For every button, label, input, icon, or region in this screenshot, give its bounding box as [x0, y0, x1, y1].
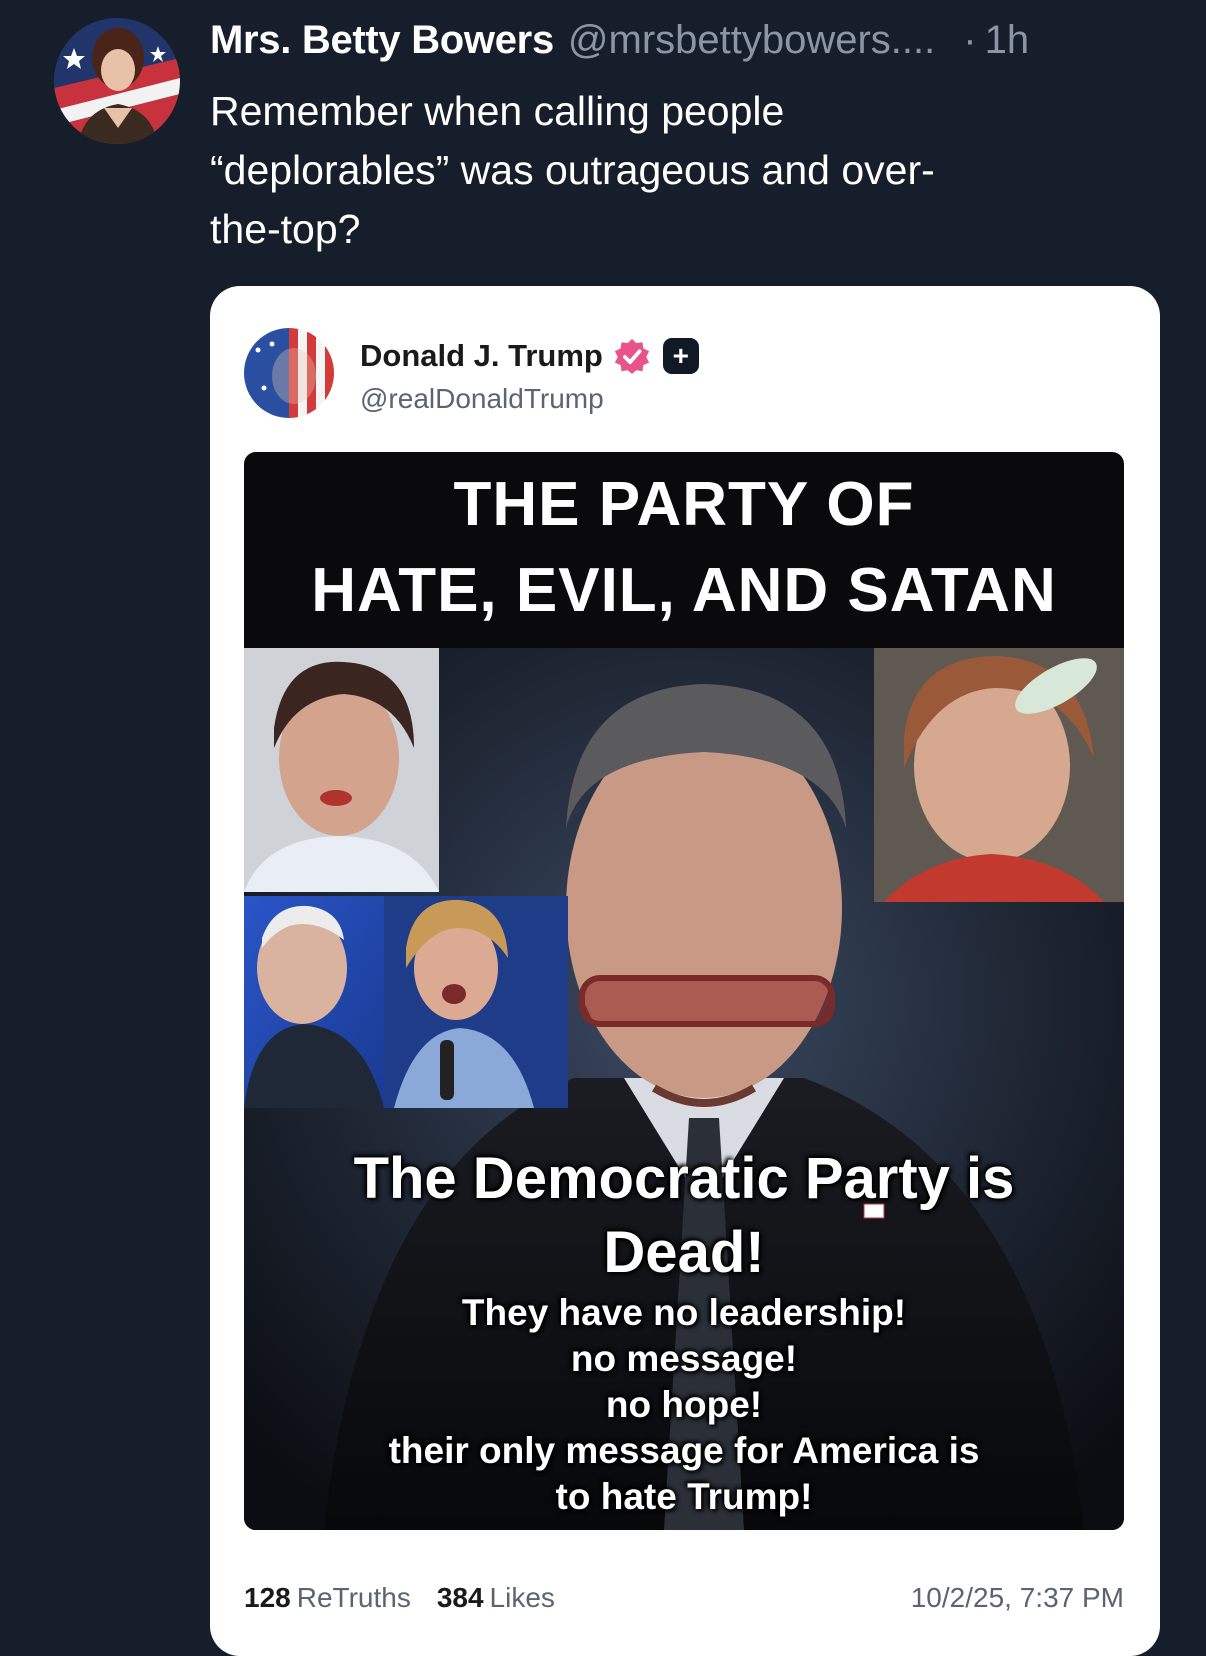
embedded-post-date[interactable]: 10/2/25, 7:37 PM	[911, 1582, 1124, 1614]
likes-stat[interactable]: 384 Likes	[437, 1582, 555, 1614]
post-timestamp[interactable]: 1h	[985, 18, 1030, 63]
meme-caption-line: to hate Trump!	[555, 1476, 813, 1517]
embedded-author-handle[interactable]: @realDonaldTrump	[360, 383, 604, 415]
meme-caption-headline: The Democratic Party is	[353, 1146, 1015, 1211]
retruths-label: ReTruths	[296, 1582, 411, 1613]
author-handle[interactable]: @mrsbettybowers....	[568, 18, 935, 63]
embedded-author-avatar[interactable]	[244, 328, 334, 418]
plus-badge-icon: +	[662, 338, 699, 374]
meme-caption-headline: Dead!	[603, 1220, 765, 1285]
meme-title-line: THE PARTY OF	[453, 470, 915, 539]
post-text-line: “deplorables” was outrageous and over-	[210, 147, 935, 193]
meme-caption-line: their only message for America is	[388, 1430, 980, 1471]
embedded-meme-image[interactable]: THE PARTY OF HATE, EVIL, AND SATAN The D…	[244, 452, 1124, 1530]
embedded-post-footer: 128 ReTruths 384 Likes 10/2/25, 7:37 PM	[244, 1578, 1124, 1618]
verified-badge-icon	[614, 338, 649, 375]
post-text-line: Remember when calling people	[210, 88, 785, 134]
post-text: Remember when calling people “deplorable…	[210, 82, 1110, 259]
embedded-author-row: Donald J. Trump +	[360, 334, 699, 378]
post-header: Mrs. Betty Bowers @mrsbettybowers.... · …	[210, 18, 1029, 74]
likes-count: 384	[436, 1582, 484, 1613]
likes-label: Likes	[489, 1582, 555, 1613]
meme-title: THE PARTY OF HATE, EVIL, AND SATAN	[244, 462, 1124, 634]
retruths-stat[interactable]: 128 ReTruths	[244, 1582, 411, 1614]
embedded-author-name[interactable]: Donald J. Trump	[360, 338, 603, 374]
author-avatar[interactable]	[54, 18, 180, 144]
retruths-count: 128	[244, 1582, 291, 1613]
quoted-post-card[interactable]: Donald J. Trump + @realDonaldTrump THE P…	[210, 286, 1160, 1656]
meme-caption-line: They have no leadership!	[461, 1292, 907, 1333]
embedded-avatar-image	[244, 328, 334, 418]
separator-dot: ·	[963, 18, 977, 62]
post-text-line: the-top?	[210, 206, 361, 252]
meme-caption-line: no hope!	[605, 1384, 763, 1425]
author-name[interactable]: Mrs. Betty Bowers	[210, 18, 554, 63]
meme-caption: The Democratic Party is Dead! They have …	[244, 1142, 1124, 1520]
author-avatar-image	[54, 18, 180, 144]
meme-caption-line: no message!	[570, 1338, 798, 1379]
meme-title-line: HATE, EVIL, AND SATAN	[311, 556, 1057, 625]
post: Mrs. Betty Bowers @mrsbettybowers.... · …	[0, 0, 1206, 1656]
